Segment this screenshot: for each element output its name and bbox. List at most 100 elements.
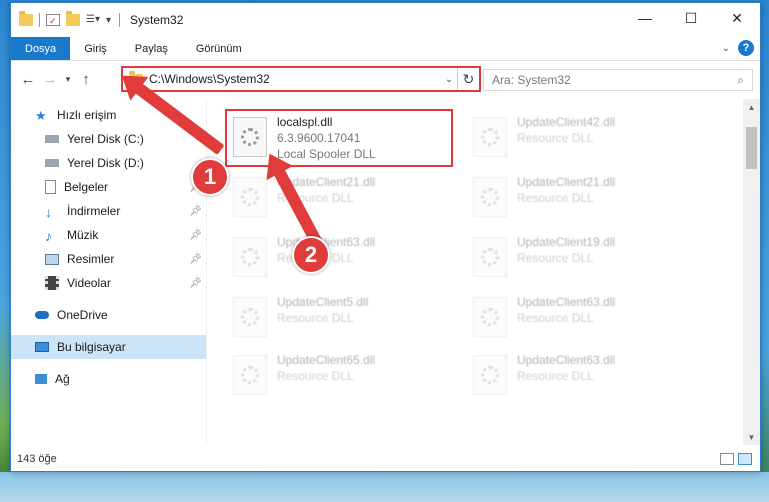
window-controls: — ☐ ✕ xyxy=(622,3,760,33)
file-item[interactable]: UpdateClient21.dll Resource DLL xyxy=(469,173,699,223)
details-view-button[interactable] xyxy=(720,453,734,465)
dll-file-icon xyxy=(233,297,267,337)
scroll-down-icon[interactable]: ▼ xyxy=(743,429,760,445)
pin-icon[interactable]: 📌︎ xyxy=(189,206,202,217)
help-button[interactable]: ? xyxy=(738,40,754,56)
file-description: Resource DLL xyxy=(517,369,594,383)
sidebar-item-label: Belgeler xyxy=(64,180,109,194)
gear-icon xyxy=(241,308,259,326)
expand-ribbon-icon[interactable]: ⌄ xyxy=(722,43,730,54)
view-switcher xyxy=(720,453,752,465)
file-item[interactable]: UpdateClient19.dll Resource DLL xyxy=(469,233,699,283)
dll-file-icon xyxy=(473,177,507,217)
sidebar-item-drive-d[interactable]: Yerel Disk (D:) xyxy=(11,151,206,175)
sidebar-item-downloads[interactable]: ↓ İndirmeler 📌︎ xyxy=(11,199,206,223)
recent-locations-button[interactable]: ▾ xyxy=(61,74,75,85)
window-title: System32 xyxy=(130,13,184,27)
customize-icon[interactable]: ☰▾ xyxy=(86,14,100,26)
file-item[interactable]: UpdateClient21.dll Resource DLL xyxy=(229,173,459,223)
title-bar: ✓ ☰▾ ▾ System32 — ☐ ✕ xyxy=(11,3,760,37)
minimize-button[interactable]: — xyxy=(622,3,668,33)
sidebar-item-label: Videolar xyxy=(67,276,111,290)
separator xyxy=(119,13,121,27)
callout-badge-1: 1 xyxy=(191,158,229,196)
tab-home[interactable]: Giriş xyxy=(70,37,121,60)
file-description: Resource DLL xyxy=(517,191,594,205)
file-item[interactable]: UpdateClient5.dll Resource DLL xyxy=(229,293,459,343)
tiles-view-button[interactable] xyxy=(738,453,752,465)
pin-icon[interactable]: 📌︎ xyxy=(189,278,202,289)
file-name: UpdateClient19.dll xyxy=(517,235,616,249)
sidebar-item-music[interactable]: ♪ Müzik 📌︎ xyxy=(11,223,206,247)
ribbon-tabs: Dosya Giriş Paylaş Görünüm ⌄ ? xyxy=(11,37,760,61)
pin-icon[interactable]: 📌︎ xyxy=(189,254,202,265)
maximize-button[interactable]: ☐ xyxy=(668,3,714,33)
tab-view[interactable]: Görünüm xyxy=(182,37,256,60)
file-name: UpdateClient21.dll xyxy=(517,175,616,189)
file-item[interactable]: UpdateClient63.dll Resource DLL xyxy=(469,351,699,401)
sidebar-item-drive-c[interactable]: Yerel Disk (C:) xyxy=(11,127,206,151)
chevron-down-icon[interactable]: ▾ xyxy=(106,15,111,26)
sidebar-item-documents[interactable]: Belgeler 📌︎ xyxy=(11,175,206,199)
sidebar-item-videos[interactable]: Videolar 📌︎ xyxy=(11,271,206,295)
music-icon: ♪ xyxy=(45,228,52,244)
chevron-down-icon[interactable]: ⌄ xyxy=(441,74,457,85)
search-placeholder: Ara: System32 xyxy=(492,73,571,87)
gear-icon xyxy=(481,128,499,146)
file-description: Resource DLL xyxy=(277,311,354,325)
sidebar-item-onedrive[interactable]: OneDrive xyxy=(11,303,206,327)
sidebar-item-pictures[interactable]: Resimler 📌︎ xyxy=(11,247,206,271)
file-name: UpdateClient42.dll xyxy=(517,115,616,129)
cloud-icon xyxy=(35,311,49,319)
back-button[interactable]: ← xyxy=(17,71,39,88)
file-description: Resource DLL xyxy=(517,311,594,325)
address-bar[interactable]: C:\Windows\System32 ⌄ ↻ xyxy=(121,66,481,92)
new-folder-icon[interactable] xyxy=(66,11,80,26)
desktop-background-bottom xyxy=(0,472,769,502)
scrollbar-thumb[interactable] xyxy=(746,127,757,169)
dll-file-icon xyxy=(233,237,267,277)
file-item[interactable]: UpdateClient42.dll Resource DLL xyxy=(469,113,699,163)
scroll-up-icon[interactable]: ▲ xyxy=(743,99,760,115)
forward-button[interactable]: → xyxy=(39,71,61,88)
sidebar-item-label: Yerel Disk (D:) xyxy=(67,156,144,170)
vertical-scrollbar[interactable]: ▲ ▼ xyxy=(743,99,760,445)
navigation-pane: ★ Hızlı erişim Yerel Disk (C:) Yerel Dis… xyxy=(11,99,207,445)
star-icon: ★ xyxy=(35,108,47,123)
status-bar: 143 öğe xyxy=(11,447,760,471)
gear-icon xyxy=(241,188,259,206)
drive-icon xyxy=(45,159,59,167)
pin-icon[interactable]: 📌︎ xyxy=(189,230,202,241)
file-name: UpdateClient63.dll xyxy=(517,353,616,367)
file-item[interactable]: UpdateClient63.dllResource DLL xyxy=(469,293,699,343)
file-list: localspl.dll 6.3.9600.17041 Local Spoole… xyxy=(207,99,760,445)
file-description: Resource DLL xyxy=(277,369,354,383)
file-item[interactable]: UpdateClient63.dllResource DLL xyxy=(229,233,459,283)
gear-icon xyxy=(241,248,259,266)
properties-icon[interactable]: ✓ xyxy=(46,14,60,26)
file-name: UpdateClient5.dll xyxy=(277,295,369,309)
sidebar-item-label: Ağ xyxy=(55,372,70,386)
dll-file-icon xyxy=(473,117,507,157)
tab-share[interactable]: Paylaş xyxy=(121,37,182,60)
desktop-background-left xyxy=(0,0,10,502)
search-input[interactable]: Ara: System32 ⌕ xyxy=(483,69,753,91)
tab-file[interactable]: Dosya xyxy=(11,37,71,60)
dll-file-icon xyxy=(473,297,507,337)
file-name: UpdateClient65.dll xyxy=(277,353,376,367)
sidebar-item-label: Hızlı erişim xyxy=(57,108,117,122)
dll-file-icon xyxy=(473,355,507,395)
gear-icon xyxy=(481,248,499,266)
sidebar-item-network[interactable]: Ağ xyxy=(11,367,206,391)
sidebar-item-label: OneDrive xyxy=(57,308,108,322)
up-button[interactable]: ↑ xyxy=(75,71,97,88)
dll-file-icon xyxy=(233,177,267,217)
file-item[interactable]: UpdateClient65.dll Resource DLL xyxy=(229,351,459,401)
gear-icon xyxy=(481,308,499,326)
address-path[interactable]: C:\Windows\System32 xyxy=(149,72,441,86)
refresh-button[interactable]: ↻ xyxy=(457,68,479,90)
dll-file-icon xyxy=(233,355,267,395)
close-button[interactable]: ✕ xyxy=(714,3,760,33)
sidebar-item-this-pc[interactable]: Bu bilgisayar xyxy=(11,335,206,359)
